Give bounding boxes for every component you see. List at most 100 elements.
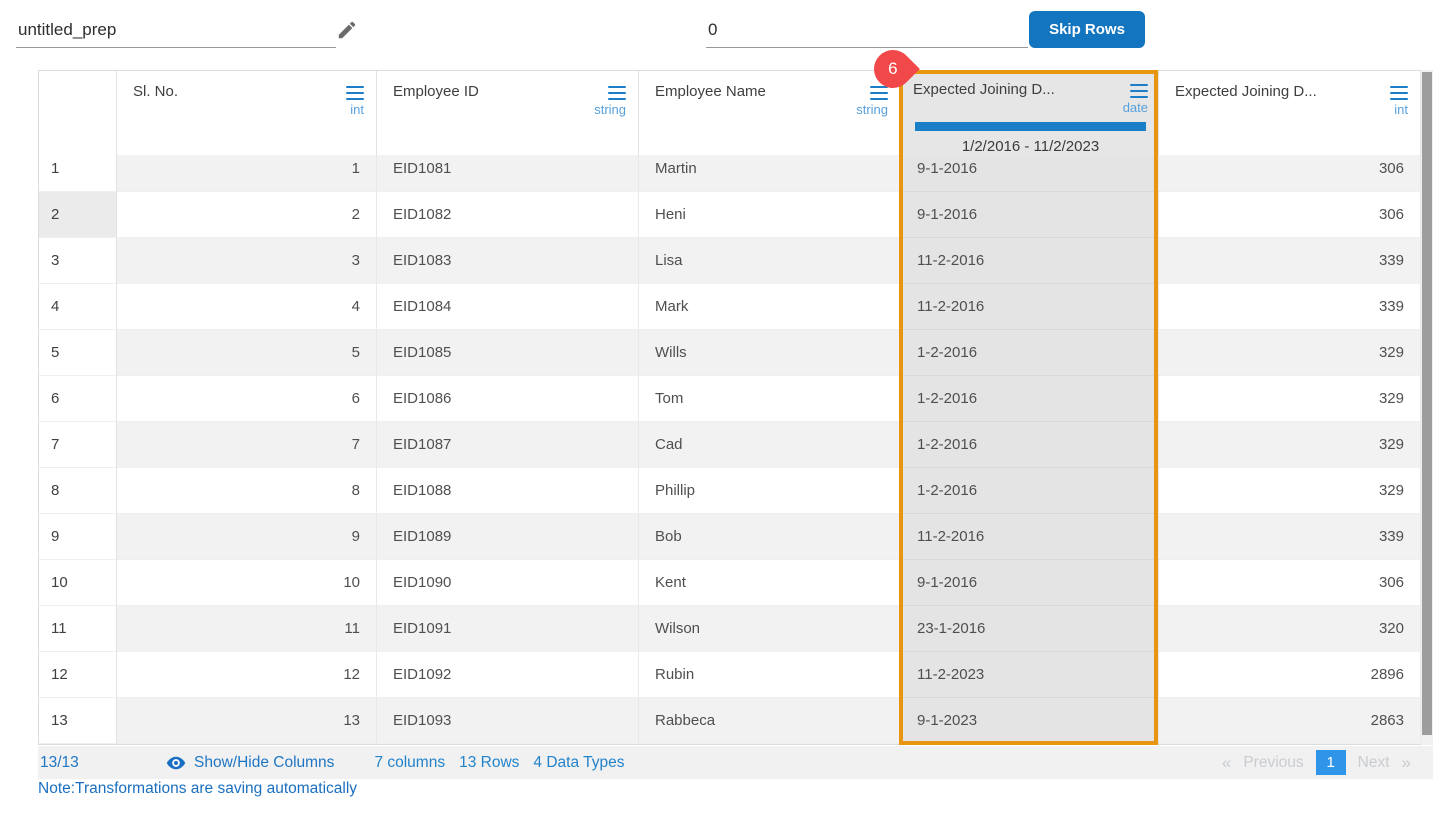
cell-employee-name: Rabbeca <box>639 698 901 744</box>
table-footer: 13/13 Show/Hide Columns 7 columns 13 Row… <box>38 746 1433 779</box>
row-number-cell[interactable]: 13 <box>39 698 117 744</box>
column-title: Expected Joining D... <box>913 81 1055 98</box>
row-number-cell[interactable]: 9 <box>39 514 117 560</box>
row-number-cell[interactable]: 5 <box>39 330 117 376</box>
cell-employee-id: EID1084 <box>377 284 639 330</box>
cell-employee-name: Rubin <box>639 652 901 698</box>
cell-sl-no: 5 <box>117 330 377 376</box>
cell-joining-int: 320 <box>1159 606 1421 652</box>
row-number-cell[interactable]: 4 <box>39 284 117 330</box>
column-title: Sl. No. <box>133 83 179 100</box>
row-number-cell[interactable]: 11 <box>39 606 117 652</box>
cell-employee-id: EID1090 <box>377 560 639 606</box>
column-menu-icon[interactable] <box>608 86 626 100</box>
table-stats: 7 columns 13 Rows 4 Data Types <box>374 754 624 772</box>
row-number-cell[interactable]: 10 <box>39 560 117 606</box>
column-menu-icon[interactable] <box>346 86 364 100</box>
cell-employee-id: EID1086 <box>377 376 639 422</box>
column-menu-icon[interactable] <box>1130 84 1148 98</box>
last-page-arrow[interactable]: » <box>1402 753 1411 773</box>
first-page-arrow[interactable]: « <box>1222 753 1231 773</box>
row-number-cell[interactable]: 8 <box>39 468 117 514</box>
row-number-cell[interactable]: 12 <box>39 652 117 698</box>
columns-count: 7 columns <box>374 753 446 771</box>
row-number-cell[interactable]: 3 <box>39 238 117 284</box>
cell-sl-no: 9 <box>117 514 377 560</box>
cell-joining-date: 9-1-2016 <box>901 560 1159 606</box>
row-number-cell[interactable]: 2 <box>39 192 117 238</box>
cell-sl-no: 12 <box>117 652 377 698</box>
cell-sl-no: 13 <box>117 698 377 744</box>
cell-joining-int: 2863 <box>1159 698 1421 744</box>
cell-joining-date: 11-2-2016 <box>901 284 1159 330</box>
cell-employee-name: Wilson <box>639 606 901 652</box>
step-count-value: 6 <box>888 59 898 78</box>
eye-icon <box>166 756 186 769</box>
column-type-label: string <box>594 102 626 117</box>
cell-employee-id: EID1093 <box>377 698 639 744</box>
vertical-scrollbar[interactable] <box>1421 70 1433 745</box>
cell-joining-int: 329 <box>1159 468 1421 514</box>
pagination: « Previous 1 Next » <box>1222 750 1411 775</box>
skip-rows-input[interactable] <box>706 13 1028 48</box>
cell-joining-int: 306 <box>1159 192 1421 238</box>
cell-employee-name: Tom <box>639 376 901 422</box>
column-header-employee-id[interactable]: Employee ID string <box>377 71 639 155</box>
cell-employee-id: EID1083 <box>377 238 639 284</box>
column-title: Employee Name <box>655 83 766 100</box>
cell-joining-date: 1-2-2016 <box>901 376 1159 422</box>
cell-employee-id: EID1082 <box>377 192 639 238</box>
previous-page-button[interactable]: Previous <box>1243 754 1303 772</box>
cell-employee-id: EID1091 <box>377 606 639 652</box>
column-header-joining-date-selected[interactable]: Expected Joining D... date 1/2/2016 - 11… <box>901 71 1159 155</box>
top-bar: Skip Rows <box>0 0 1444 62</box>
cell-joining-date: 11-2-2016 <box>901 238 1159 284</box>
show-hide-columns-button[interactable]: Show/Hide Columns <box>166 753 334 773</box>
cell-employee-id: EID1087 <box>377 422 639 468</box>
cell-employee-name: Heni <box>639 192 901 238</box>
cell-joining-int: 329 <box>1159 376 1421 422</box>
cell-employee-name: Mark <box>639 284 901 330</box>
cell-sl-no: 7 <box>117 422 377 468</box>
row-number-cell[interactable]: 7 <box>39 422 117 468</box>
edit-pencil-icon[interactable] <box>336 19 358 41</box>
cell-joining-int: 329 <box>1159 330 1421 376</box>
cell-sl-no: 2 <box>117 192 377 238</box>
cell-sl-no: 8 <box>117 468 377 514</box>
cell-joining-int: 339 <box>1159 284 1421 330</box>
cell-employee-id: EID1089 <box>377 514 639 560</box>
column-menu-icon[interactable] <box>870 86 888 100</box>
row-number-header <box>39 71 117 155</box>
row-count-indicator: 13/13 <box>40 753 79 771</box>
cell-employee-id: EID1088 <box>377 468 639 514</box>
cell-joining-date: 23-1-2016 <box>901 606 1159 652</box>
column-type-label: int <box>350 102 364 117</box>
prep-name-input[interactable] <box>16 13 336 48</box>
row-number-cell[interactable]: 6 <box>39 376 117 422</box>
autosave-note: Note:Transformations are saving automati… <box>38 780 358 797</box>
cell-joining-date: 1-2-2016 <box>901 468 1159 514</box>
cell-employee-name: Phillip <box>639 468 901 514</box>
table-body: 1 1 EID1081 Martin 9-1-2016 306 2 2 EID1082 Heni 9… <box>39 146 1421 744</box>
cell-joining-date: 1-2-2016 <box>901 330 1159 376</box>
column-header-employee-name[interactable]: Employee Name string <box>639 71 901 155</box>
date-range-bar <box>915 122 1146 131</box>
current-page-button[interactable]: 1 <box>1315 750 1346 775</box>
column-title: Employee ID <box>393 83 479 100</box>
rows-count: 13 Rows <box>459 753 520 771</box>
scrollbar-thumb[interactable] <box>1422 72 1432 735</box>
cell-joining-int: 329 <box>1159 422 1421 468</box>
column-header-sl-no[interactable]: Sl. No. int <box>117 71 377 155</box>
next-page-button[interactable]: Next <box>1358 754 1390 772</box>
cell-employee-name: Kent <box>639 560 901 606</box>
cell-employee-name: Bob <box>639 514 901 560</box>
column-type-label: date <box>1122 100 1148 115</box>
column-type-label: string <box>856 102 888 117</box>
column-header-joining-int[interactable]: Expected Joining D... int <box>1159 71 1421 155</box>
cell-sl-no: 6 <box>117 376 377 422</box>
data-preview-table: Sl. No. int Employee ID string Employee … <box>38 70 1421 745</box>
column-menu-icon[interactable] <box>1390 86 1408 100</box>
cell-employee-id: EID1092 <box>377 652 639 698</box>
skip-rows-button[interactable]: Skip Rows <box>1029 11 1145 48</box>
cell-joining-date: 11-2-2016 <box>901 514 1159 560</box>
